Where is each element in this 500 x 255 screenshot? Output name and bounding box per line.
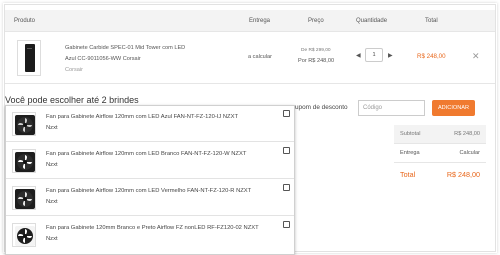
product-thumbnail[interactable] (17, 40, 41, 76)
entrega-label: Entrega (400, 150, 420, 156)
gift-selection-list[interactable]: Fan para Gabinete Airflow 120mm com LED … (5, 105, 295, 255)
product-price-new: Por R$ 248,00 (298, 58, 335, 64)
add-coupon-button[interactable]: ADICIONAR (432, 100, 475, 116)
subtotal-label: Subtotal (400, 131, 421, 137)
fan-icon (12, 149, 36, 173)
product-name-line1[interactable]: Gabinete Carbide SPEC-01 Mid Tower com L… (65, 45, 185, 51)
gift-brand: Nzxt (46, 236, 58, 242)
gift-checkbox[interactable] (283, 110, 290, 117)
header-total: Total (425, 18, 438, 24)
gift-item[interactable]: Fan para Gabinete 120mm Branco e Preto A… (6, 217, 294, 253)
gift-name-text: Fan para Gabinete Airflow 120mm com LED … (46, 188, 252, 194)
coupon-label: upom de desconto (295, 104, 348, 111)
gift-name-text: Fan para Gabinete Airflow 120mm com LED … (46, 114, 239, 120)
fan-icon (12, 112, 36, 136)
gift-checkbox[interactable] (283, 221, 290, 228)
gift-name-text: Fan para Gabinete Airflow 120mm com LED … (46, 151, 247, 157)
product-brand: Corsair (65, 67, 84, 73)
qty-decrease-icon[interactable]: ◀ (356, 52, 361, 59)
header-quantidade: Quantidade (356, 18, 388, 24)
gift-brand: Nzxt (46, 199, 58, 205)
header-produto: Produto (14, 18, 36, 24)
gift-item[interactable]: Fan para Gabinete Airflow 120mm com LED … (6, 106, 294, 142)
total-label: Total (400, 170, 416, 179)
product-price-old: De R$ 299,00 (301, 48, 331, 53)
remove-item-icon[interactable]: ✕ (472, 51, 480, 62)
gift-name: Fan para Gabinete Airflow 120mm com LED … (46, 186, 276, 208)
gift-item[interactable]: Fan para Gabinete Airflow 120mm com LED … (6, 180, 294, 216)
product-entrega: a calcular (248, 54, 272, 60)
gift-name: Fan para Gabinete Airflow 120mm com LED … (46, 112, 276, 134)
qty-increase-icon[interactable]: ▶ (388, 52, 393, 59)
cart-product-row: Gabinete Carbide SPEC-01 Mid Tower com L… (5, 32, 495, 84)
fan-icon (12, 223, 36, 247)
summary-entrega-row: Entrega Calcular (394, 144, 486, 163)
gift-checkbox[interactable] (283, 147, 290, 154)
gift-brand: Nzxt (46, 125, 58, 131)
product-total: R$ 248,00 (417, 53, 446, 60)
cart-table-header: Produto Entrega Preço Quantidade Total (5, 10, 495, 32)
summary-subtotal-row: Subtotal R$ 248,00 (394, 125, 486, 144)
fan-icon (12, 186, 36, 210)
product-name-line2[interactable]: Azul CC-9011056-WW Corsair (65, 56, 141, 62)
header-preco: Preço (308, 18, 324, 24)
gift-name: Fan para Gabinete Airflow 120mm com LED … (46, 149, 276, 171)
brindes-title: Você pode escolher até 2 brindes (5, 95, 139, 105)
calcular-link[interactable]: Calcular (459, 150, 480, 156)
gift-name-text: Fan para Gabinete 120mm Branco e Preto A… (46, 225, 259, 231)
gift-item[interactable]: Fan para Gabinete Airflow 120mm com LED … (6, 143, 294, 179)
total-value: R$ 248,00 (446, 170, 480, 179)
gift-checkbox[interactable] (283, 184, 290, 191)
quantity-input[interactable]: 1 (365, 48, 383, 62)
header-entrega: Entrega (249, 18, 271, 24)
subtotal-value: R$ 248,00 (454, 131, 480, 137)
summary-total-row: Total R$ 248,00 (394, 163, 486, 185)
gift-brand: Nzxt (46, 162, 58, 168)
coupon-input[interactable]: Código (358, 100, 425, 116)
pc-case-image (25, 44, 35, 72)
product-name[interactable]: Gabinete Carbide SPEC-01 Mid Tower com L… (65, 43, 210, 76)
gift-name: Fan para Gabinete 120mm Branco e Preto A… (46, 223, 276, 245)
